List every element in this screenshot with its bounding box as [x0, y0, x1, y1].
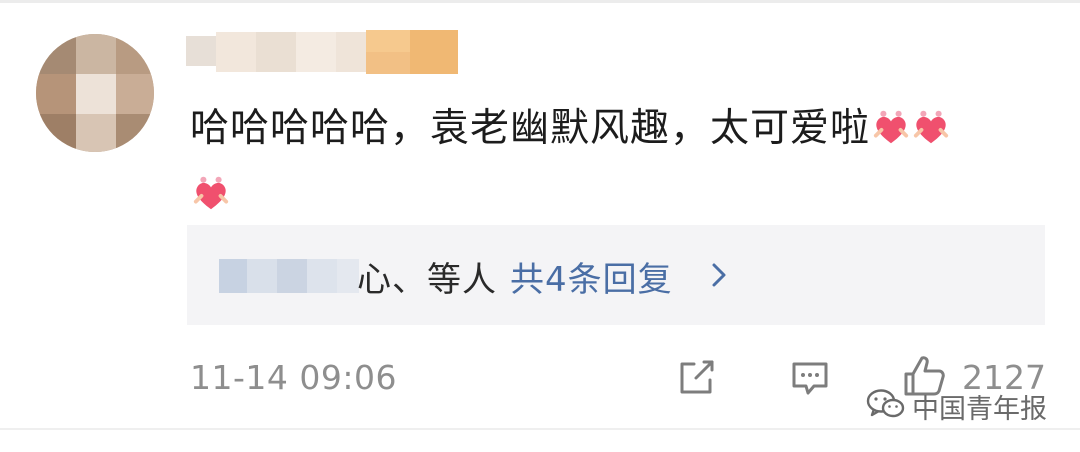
replies-preview[interactable]: 心、等人 共4条回复 — [187, 225, 1045, 325]
heart-emoji-icon — [192, 168, 230, 210]
username-blurred[interactable] — [186, 30, 458, 76]
share-icon[interactable] — [674, 356, 718, 400]
comment-item: 哈哈哈哈哈，袁老幽默风趣，太可爱啦 心、等人 共4条回复 11-14 09:06… — [0, 0, 1080, 452]
avatar[interactable] — [36, 34, 154, 152]
heart-emoji-icon — [872, 102, 910, 144]
bottom-divider — [0, 428, 1080, 430]
watermark-text: 中国青年报 — [912, 393, 1047, 425]
comment-body: 哈哈哈哈哈，袁老幽默风趣，太可爱啦 — [190, 106, 871, 151]
watermark: 中国青年报 — [866, 386, 1047, 426]
wechat-icon — [866, 387, 906, 425]
chevron-right-icon — [705, 259, 733, 291]
reply-names: 心、等人 — [357, 260, 497, 300]
reply-username-blurred — [219, 257, 359, 295]
comment-text: 哈哈哈哈哈，袁老幽默风趣，太可爱啦 — [190, 96, 1050, 228]
comment-icon[interactable] — [788, 356, 832, 400]
view-replies-link[interactable]: 共4条回复 — [510, 252, 673, 301]
comment-timestamp: 11-14 09:06 — [190, 358, 397, 397]
heart-emoji-icon — [912, 102, 950, 144]
